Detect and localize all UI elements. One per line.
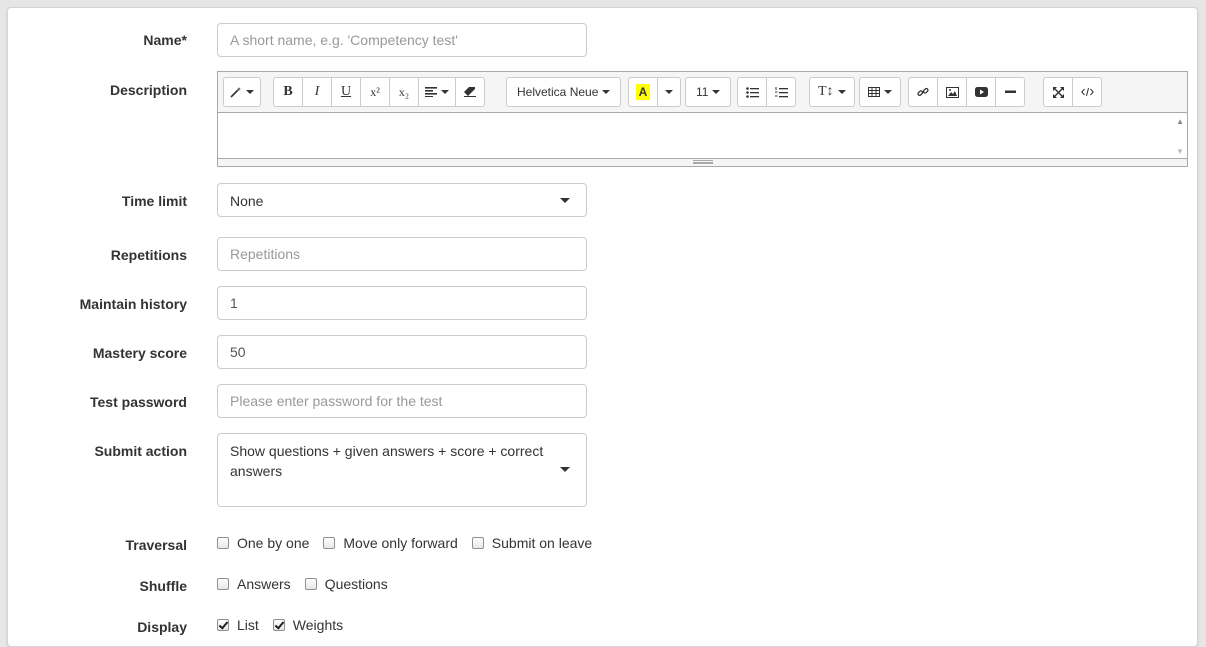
checkbox-icon[interactable]	[217, 537, 229, 549]
clear-format-button[interactable]	[455, 77, 485, 107]
checkbox-checked-icon[interactable]	[272, 619, 285, 631]
submit-action-value: Show questions + given answers + score +…	[230, 443, 544, 479]
name-input[interactable]	[217, 23, 587, 57]
option-label: Questions	[324, 576, 388, 592]
text-height-icon: T↕	[818, 84, 834, 99]
fullscreen-button[interactable]	[1043, 77, 1073, 107]
time-limit-label: Time limit	[121, 193, 187, 209]
underline-button[interactable]: U	[331, 77, 361, 107]
numbered-list-icon	[774, 86, 788, 97]
description-label: Description	[109, 82, 187, 98]
chevron-down-icon	[441, 90, 449, 94]
bold-button[interactable]: B	[273, 77, 303, 107]
superscript-button[interactable]: x²	[360, 77, 390, 107]
chevron-down-icon	[560, 467, 570, 472]
maintain-history-input[interactable]	[217, 286, 587, 320]
repetitions-label: Repetitions	[110, 247, 187, 263]
highlight-color-icon: A	[635, 84, 651, 100]
code-icon	[1080, 87, 1094, 97]
submit-action-label: Submit action	[94, 443, 187, 459]
shuffle-options: Answers Questions	[217, 576, 402, 592]
checkbox-icon[interactable]	[323, 537, 336, 549]
font-size-dropdown[interactable]: 11	[685, 77, 732, 107]
checkbox-icon[interactable]	[471, 537, 484, 549]
chevron-down-icon	[665, 90, 673, 94]
checkbox-one-by-one[interactable]: One by one	[217, 535, 309, 551]
chevron-down-icon	[884, 90, 892, 94]
test-password-input[interactable]	[217, 384, 587, 418]
checkbox-questions[interactable]: Questions	[304, 576, 388, 592]
bullet-list-icon	[745, 86, 759, 98]
table-dropdown-button[interactable]	[859, 77, 901, 107]
option-label: Move only forward	[343, 535, 458, 551]
time-limit-value: None	[230, 193, 264, 209]
display-options: List Weights	[217, 617, 357, 633]
italic-button[interactable]: I	[302, 77, 332, 107]
align-left-icon	[425, 87, 437, 97]
maintain-history-label: Maintain history	[79, 296, 187, 312]
mastery-score-label: Mastery score	[92, 345, 187, 361]
code-view-button[interactable]	[1072, 77, 1102, 107]
checkbox-weights[interactable]: Weights	[272, 617, 344, 633]
checkbox-icon[interactable]	[217, 578, 229, 590]
description-editor: B I U x² x₂ Helvetica Neue A 11 T↕ ▲ ▼	[217, 71, 1188, 167]
style-dropdown-button[interactable]	[223, 77, 261, 107]
option-label: Weights	[292, 617, 344, 633]
option-label: One by one	[237, 535, 310, 551]
insert-link-button[interactable]	[908, 77, 938, 107]
checkbox-checked-icon[interactable]	[217, 619, 229, 631]
display-label: Display	[137, 619, 187, 635]
shuffle-label: Shuffle	[139, 578, 187, 594]
link-icon	[917, 87, 929, 96]
checkbox-move-only-forward[interactable]: Move only forward	[323, 535, 458, 551]
table-icon	[868, 87, 880, 97]
checkbox-submit-on-leave[interactable]: Submit on leave	[471, 535, 593, 551]
font-size-value: 11	[696, 85, 709, 99]
mastery-score-input[interactable]	[217, 335, 587, 369]
font-family-dropdown[interactable]: Helvetica Neue	[506, 77, 622, 107]
checkbox-answers[interactable]: Answers	[217, 576, 291, 592]
chevron-down-icon	[712, 90, 721, 94]
horizontal-rule-button[interactable]	[995, 77, 1025, 107]
name-label: Name*	[143, 32, 187, 48]
highlight-color-button[interactable]: A	[628, 77, 658, 107]
option-label: Answers	[237, 576, 291, 592]
align-dropdown-button[interactable]	[418, 77, 456, 107]
expand-icon	[1052, 86, 1064, 98]
editor-resize-handle[interactable]	[218, 159, 1187, 166]
text-size-dropdown[interactable]: T↕	[809, 77, 855, 107]
checkbox-icon[interactable]	[304, 578, 317, 590]
unordered-list-button[interactable]	[737, 77, 767, 107]
scroll-up-icon[interactable]: ▲	[1176, 117, 1184, 126]
font-family-value: Helvetica Neue	[517, 85, 599, 99]
option-label: Submit on leave	[491, 535, 593, 551]
grip-icon	[693, 160, 713, 164]
traversal-label: Traversal	[125, 537, 188, 553]
video-icon	[974, 87, 988, 97]
submit-action-select[interactable]: Show questions + given answers + score +…	[217, 433, 587, 507]
test-password-label: Test password	[90, 394, 187, 410]
time-limit-select[interactable]: None	[217, 183, 587, 217]
chevron-down-icon	[602, 90, 611, 94]
checkbox-list[interactable]: List	[217, 617, 259, 633]
option-label: List	[237, 617, 259, 633]
eraser-icon	[464, 87, 476, 97]
repetitions-input[interactable]	[217, 237, 587, 271]
traversal-options: One by one Move only forward Submit on l…	[217, 535, 606, 551]
scroll-down-icon[interactable]: ▼	[1176, 147, 1184, 156]
insert-video-button[interactable]	[966, 77, 996, 107]
chevron-down-icon	[560, 198, 570, 203]
color-dropdown-button[interactable]	[657, 77, 681, 107]
test-settings-form: Name* Description B I U x² x₂	[7, 7, 1198, 647]
description-text-area[interactable]: ▲ ▼	[218, 113, 1187, 159]
insert-image-button[interactable]	[937, 77, 967, 107]
editor-toolbar: B I U x² x₂ Helvetica Neue A 11 T↕	[218, 72, 1187, 113]
chevron-down-icon	[837, 90, 846, 94]
magic-wand-icon	[230, 87, 241, 98]
picture-icon	[945, 86, 959, 98]
minus-icon	[1004, 90, 1016, 93]
subscript-button[interactable]: x₂	[389, 77, 419, 107]
ordered-list-button[interactable]	[766, 77, 796, 107]
chevron-down-icon	[246, 90, 254, 94]
